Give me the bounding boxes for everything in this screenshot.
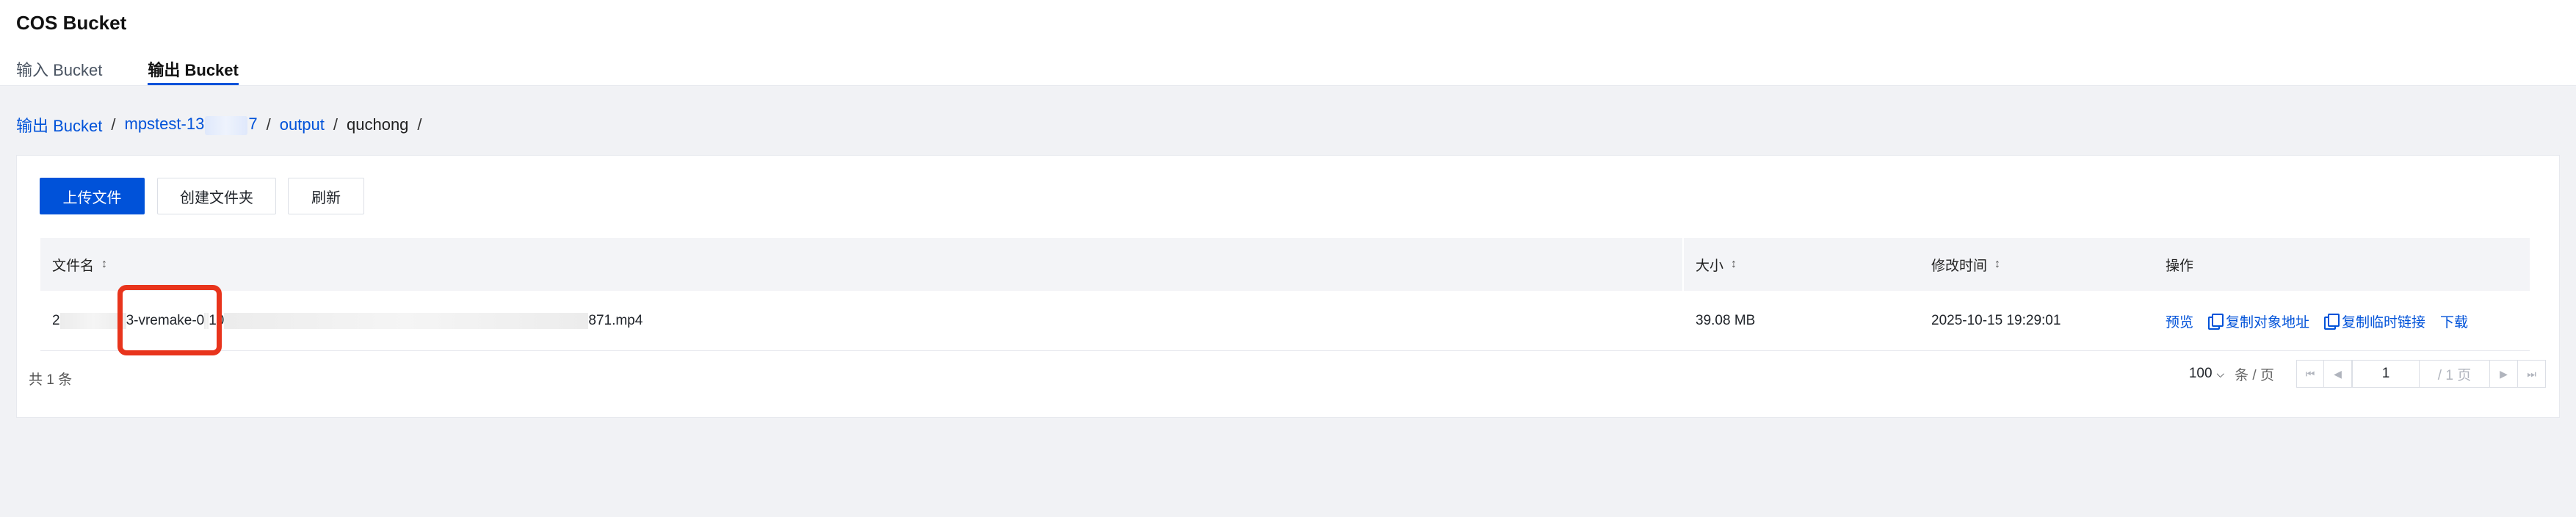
breadcrumb-current: quchong bbox=[347, 115, 409, 134]
next-page-icon[interactable]: ▶ bbox=[2490, 360, 2518, 388]
breadcrumb-separator: / bbox=[417, 115, 422, 134]
copy-icon bbox=[2208, 314, 2224, 330]
table-row: 2 3-vremake-0 10 871.mp4 39.08 MB 2025-1… bbox=[40, 291, 2530, 351]
total-pages: / 1 页 bbox=[2420, 360, 2490, 388]
breadcrumb: 输出 Bucket / mpstest-13 7 / output / qucho… bbox=[16, 113, 431, 137]
breadcrumb-bucket-name[interactable]: mpstest-13 7 bbox=[124, 115, 258, 135]
file-size: 39.08 MB bbox=[1696, 313, 1756, 328]
page-header: COS Bucket 输入 Bucket 输出 Bucket bbox=[0, 0, 2576, 86]
redacted-segment bbox=[59, 313, 126, 329]
breadcrumb-separator: / bbox=[111, 115, 116, 134]
sort-icon[interactable]: ↕ bbox=[1994, 258, 2000, 271]
tab-output-bucket[interactable]: 输出 Bucket bbox=[148, 57, 239, 85]
copy-temp-link-link[interactable]: 复制临时链接 bbox=[2324, 311, 2425, 331]
copy-icon bbox=[2324, 314, 2340, 330]
first-page-icon[interactable]: ⏮ bbox=[2296, 360, 2324, 388]
column-divider bbox=[1682, 238, 1684, 291]
page-size-unit: 条 / 页 bbox=[2235, 367, 2274, 383]
bucket-tabs: 输入 Bucket 输出 Bucket bbox=[16, 57, 239, 85]
upload-file-button[interactable]: 上传文件 bbox=[40, 178, 145, 214]
breadcrumb-separator: / bbox=[266, 115, 271, 134]
table-header: 文件名 ↕ 大小 ↕ 修改时间 ↕ 操作 bbox=[40, 238, 2530, 291]
breadcrumb-output-bucket[interactable]: 输出 Bucket bbox=[16, 113, 102, 137]
download-link[interactable]: 下载 bbox=[2440, 311, 2468, 331]
tab-input-bucket[interactable]: 输入 Bucket bbox=[16, 57, 102, 85]
row-actions: 预览 复制对象地址 复制临时链接 下载 bbox=[2166, 291, 2468, 351]
copy-object-address-link[interactable]: 复制对象地址 bbox=[2208, 311, 2309, 331]
preview-link[interactable]: 预览 bbox=[2166, 311, 2193, 331]
file-panel: 上传文件 创建文件夹 刷新 文件名 ↕ 大小 ↕ 修改时间 ↕ 操作 2 3-vrem… bbox=[16, 155, 2560, 418]
file-table: 文件名 ↕ 大小 ↕ 修改时间 ↕ 操作 2 3-vremake-0 10 871.m… bbox=[40, 238, 2530, 351]
file-modified-time: 2025-10-15 19:29:01 bbox=[1931, 313, 2061, 328]
pagination: 100 ⌵ 条 / 页 ⏮ ◀ / 1 页 ▶ ⏭ bbox=[2189, 360, 2546, 388]
redacted-segment bbox=[224, 313, 589, 329]
last-page-icon[interactable]: ⏭ bbox=[2518, 360, 2546, 388]
column-size[interactable]: 大小 ↕ bbox=[1696, 238, 1737, 291]
page-size-select[interactable]: 100 ⌵ bbox=[2189, 366, 2224, 382]
breadcrumb-output[interactable]: output bbox=[280, 115, 325, 134]
column-modified[interactable]: 修改时间 ↕ bbox=[1931, 238, 2000, 291]
chevron-down-icon: ⌵ bbox=[2216, 367, 2225, 380]
highlight-box bbox=[117, 285, 222, 355]
page-number-input[interactable] bbox=[2352, 360, 2420, 388]
page-title: COS Bucket bbox=[16, 12, 127, 34]
breadcrumb-separator: / bbox=[333, 115, 338, 134]
total-count: 共 1 条 bbox=[29, 372, 73, 388]
column-actions: 操作 bbox=[2166, 258, 2194, 274]
bucket-name-suffix: 7 bbox=[248, 115, 258, 134]
prev-page-icon[interactable]: ◀ bbox=[2324, 360, 2352, 388]
create-folder-button[interactable]: 创建文件夹 bbox=[157, 178, 276, 214]
refresh-button[interactable]: 刷新 bbox=[288, 178, 364, 214]
bucket-name-prefix: mpstest-13 bbox=[124, 115, 205, 134]
redacted-segment bbox=[205, 115, 248, 135]
column-filename[interactable]: 文件名 ↕ bbox=[52, 238, 107, 291]
sort-icon[interactable]: ↕ bbox=[101, 258, 107, 271]
sort-icon[interactable]: ↕ bbox=[1731, 258, 1737, 271]
